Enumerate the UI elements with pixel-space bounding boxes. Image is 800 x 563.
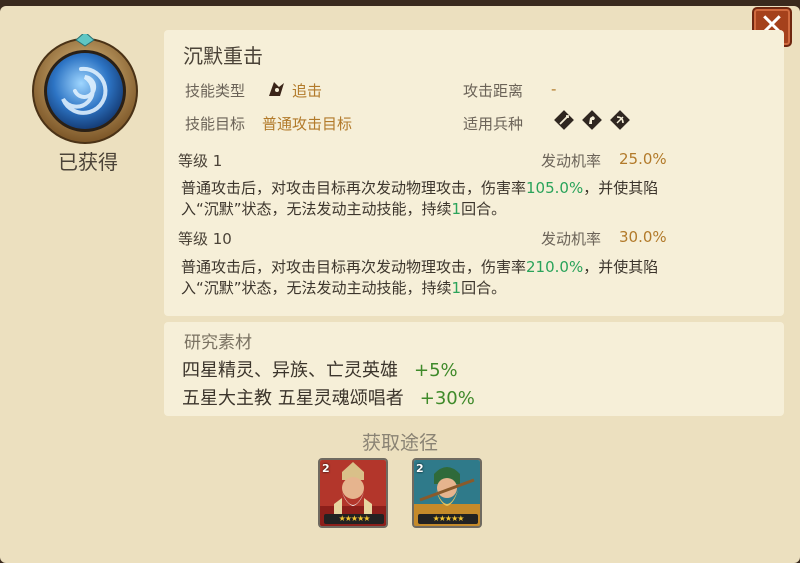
level-10-description: 普通攻击后，对攻击目标再次发动物理攻击，伤害率210.0%，并使其陷 入“沉默”… [181,258,659,297]
skill-emblem-icon [32,34,138,144]
level-1-rate-value: 25.0% [619,150,667,168]
skill-target-value: 普通攻击目标 [262,115,353,133]
archer-icon [610,110,630,130]
hero-stars: ★★★★★ [324,514,384,524]
obtained-status: 已获得 [58,150,118,174]
skill-type-value: 追击 [292,82,323,100]
cavalry-icon [582,110,602,130]
research-row: 五星大主教 五星灵魂颂唱者 +30% [182,388,475,409]
research-row: 四星精灵、异族、亡灵英雄 +5% [182,360,458,381]
level-1-description: 普通攻击后，对攻击目标再次发动物理攻击，伤害率105.0%，并使其陷 入“沉默”… [181,179,659,218]
level-1-label: 等级 1 [178,152,223,170]
level-10-label: 等级 10 [178,230,232,248]
attack-range-value: - [551,80,557,98]
attack-range-label: 攻击距离 [463,82,524,100]
hero-badge: 2 [322,462,330,475]
skill-type-label: 技能类型 [185,82,246,100]
hero-badge: 2 [416,462,424,475]
level-1-rate-label: 发动机率 [541,152,602,170]
level-10-rate-label: 发动机率 [541,230,602,248]
hero-card-archbishop[interactable]: 2 ★★★★★ [318,458,388,528]
unit-types-label: 适用兵种 [463,115,524,133]
pursuit-icon [269,82,284,96]
research-title: 研究素材 [184,333,252,353]
hero-stars: ★★★★★ [418,514,478,524]
level-10-rate-value: 30.0% [619,228,667,246]
infantry-icon [554,110,574,130]
skill-name: 沉默重击 [183,44,263,68]
hero-card-soul-chanter[interactable]: 2 ★★★★★ [412,458,482,528]
skill-target-label: 技能目标 [185,115,246,133]
source-title: 获取途径 [361,432,438,454]
